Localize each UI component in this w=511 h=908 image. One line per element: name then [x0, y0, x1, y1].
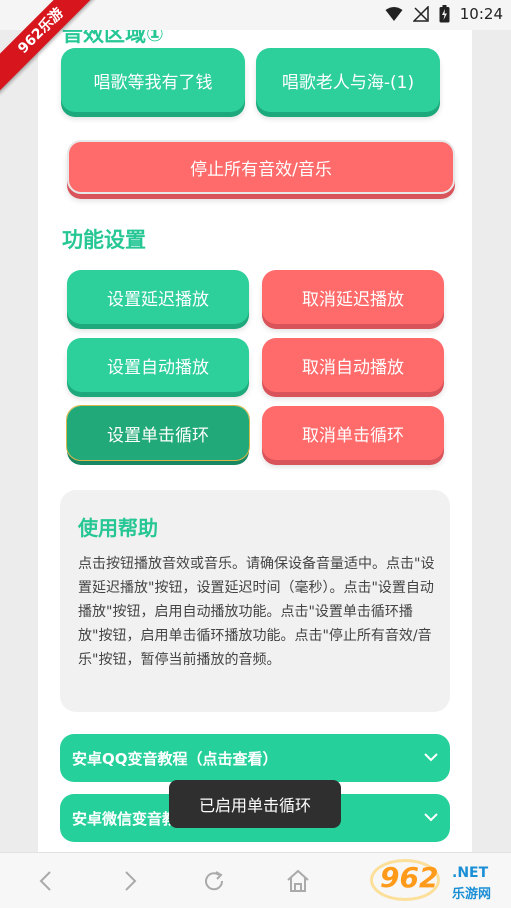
button-label: 设置延迟播放: [107, 289, 209, 310]
stop-all-button[interactable]: 停止所有音效/音乐: [67, 140, 455, 194]
status-icons: 10:24: [385, 5, 503, 23]
sound-button-1[interactable]: 唱歌等我有了钱: [61, 48, 245, 112]
button-label: 取消延迟播放: [302, 289, 404, 310]
logo-subtitle: 乐游网: [452, 887, 492, 902]
chevron-down-icon: [424, 753, 438, 762]
button-label: 取消单击循环: [302, 425, 404, 446]
forward-icon[interactable]: [116, 867, 144, 895]
help-text: 点击按钮播放音效或音乐。请确保设备音量适中。点击"设置延迟播放"按钮，设置延迟时…: [78, 556, 435, 668]
button-label: 唱歌老人与海-(1): [281, 72, 415, 93]
site-logo: 962 .NET 乐游网: [368, 859, 508, 905]
set-click-loop-button[interactable]: 设置单击循环: [66, 405, 250, 461]
button-label: 唱歌等我有了钱: [93, 72, 213, 93]
settings-title: 功能设置: [62, 228, 146, 252]
sound-section-heading: 音效区域①: [62, 30, 164, 46]
battery-charging-icon: [439, 5, 450, 23]
button-label: 停止所有音效/音乐: [190, 159, 332, 180]
help-title: 使用帮助: [78, 516, 158, 540]
cancel-auto-play-button[interactable]: 取消自动播放: [262, 338, 444, 392]
no-signal-icon: [412, 6, 429, 22]
chevron-down-icon: [424, 813, 438, 822]
logo-net: .NET: [452, 865, 489, 881]
accordion-qq-tutorial[interactable]: 安卓QQ变音教程（点击查看）: [60, 734, 450, 782]
toast-message: 已启用单击循环: [169, 780, 341, 828]
cancel-click-loop-button[interactable]: 取消单击循环: [262, 406, 444, 460]
logo-number: 962: [380, 861, 439, 894]
accordion-label: 安卓QQ变音教程（点击查看）: [72, 749, 278, 768]
set-delay-play-button[interactable]: 设置延迟播放: [67, 270, 249, 324]
page-content: 音效区域① 唱歌等我有了钱 唱歌老人与海-(1) 停止所有音效/音乐 功能设置 …: [38, 30, 472, 852]
back-icon[interactable]: [32, 867, 60, 895]
status-time: 10:24: [459, 5, 503, 23]
button-label: 设置自动播放: [107, 357, 209, 378]
wifi-icon: [385, 7, 403, 21]
refresh-icon[interactable]: [200, 867, 228, 895]
home-icon[interactable]: [284, 867, 312, 895]
button-label: 设置单击循环: [107, 425, 209, 446]
help-card: 使用帮助 点击按钮播放音效或音乐。请确保设备音量适中。点击"设置延迟播放"按钮，…: [60, 490, 450, 712]
cancel-delay-play-button[interactable]: 取消延迟播放: [262, 270, 444, 324]
button-label: 取消自动播放: [302, 357, 404, 378]
sound-button-2[interactable]: 唱歌老人与海-(1): [256, 48, 440, 112]
browser-nav-bar: 962 .NET 乐游网: [0, 852, 511, 908]
set-auto-play-button[interactable]: 设置自动播放: [67, 338, 249, 392]
